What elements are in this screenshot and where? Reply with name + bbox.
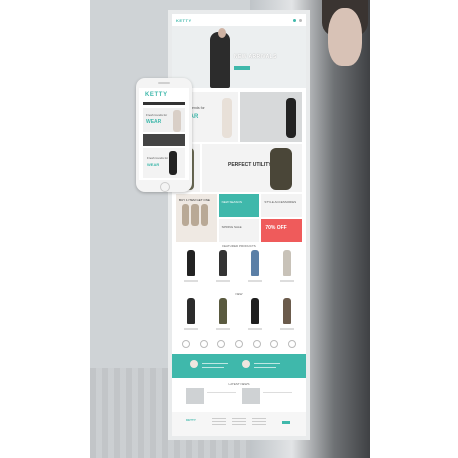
phone-banner-dark[interactable] xyxy=(143,134,185,146)
phone-screen: KETTY Fresh trends for WEAR Fresh trends… xyxy=(139,88,189,180)
phone-hero[interactable]: Fresh trends for WEAR xyxy=(143,108,185,132)
hero-model-head xyxy=(218,28,226,38)
testimonial-text xyxy=(254,363,280,364)
brand-icon[interactable] xyxy=(270,340,279,348)
promo-label: BUY 1 ITEM GET ONE xyxy=(179,198,210,202)
search-icon[interactable] xyxy=(299,18,302,22)
new-products xyxy=(184,298,294,334)
utility-title: PERFECT UTILITY xyxy=(228,162,272,168)
promo-accessories[interactable]: STYLE ACCESSORIES xyxy=(261,194,302,217)
product-card[interactable] xyxy=(280,250,294,286)
footer: KETTY xyxy=(172,412,306,436)
testimonial-text xyxy=(202,367,224,368)
newsletter-button[interactable] xyxy=(282,421,290,424)
promo-spring-sale[interactable]: SPRING SALE xyxy=(218,219,260,242)
product-card[interactable] xyxy=(216,250,230,286)
blog-posts xyxy=(186,388,292,404)
testimonial-text xyxy=(254,367,276,368)
footer-logo[interactable]: KETTY xyxy=(186,418,196,422)
hero-banner[interactable]: NEW ARRIVALS xyxy=(172,26,306,88)
blog-title: LATEST NEWS xyxy=(228,382,250,386)
phone-card-model xyxy=(169,151,177,175)
brand-logos xyxy=(182,340,296,348)
promo-grid: BUY 1 ITEM GET ONE NEW SEASON STYLE ACCE… xyxy=(176,194,302,242)
cart-icon[interactable] xyxy=(293,18,296,22)
home-button-icon[interactable] xyxy=(160,182,170,192)
banner-model xyxy=(222,98,232,138)
brand-icon[interactable] xyxy=(252,340,261,348)
utility-model xyxy=(270,148,292,190)
product-card[interactable] xyxy=(248,250,262,286)
banner-collection[interactable] xyxy=(240,92,302,142)
avatar xyxy=(242,360,250,368)
brand-icon[interactable] xyxy=(287,340,296,348)
promo-label: STYLE ACCESSORIES xyxy=(264,200,297,204)
product-card[interactable] xyxy=(280,298,294,334)
phone-card-title: WEAR xyxy=(147,162,160,167)
background-model-face xyxy=(328,8,362,66)
banner-model xyxy=(286,98,296,138)
header: KETTY xyxy=(172,14,306,26)
promo-sale-badge[interactable]: 70% OFF xyxy=(261,219,302,242)
hero-title: NEW ARRIVALS xyxy=(234,54,277,60)
new-products-title: NEW xyxy=(235,292,243,296)
avatar xyxy=(190,360,198,368)
phone-logo[interactable]: KETTY xyxy=(145,92,168,98)
promo-models xyxy=(182,204,208,226)
sale-percent: 70% OFF xyxy=(265,225,287,231)
product-card[interactable] xyxy=(216,298,230,334)
utility-banner[interactable]: PERFECT UTILITY xyxy=(202,144,302,192)
blog-post[interactable] xyxy=(242,388,292,404)
testimonial-text xyxy=(202,363,228,364)
phone-card-subtitle: Fresh trends for xyxy=(147,156,169,160)
banner-row: Fresh trends for WEAR xyxy=(176,92,302,142)
featured-products xyxy=(184,250,294,286)
phone-preview: KETTY Fresh trends for WEAR Fresh trends… xyxy=(136,78,192,192)
phone-speaker xyxy=(158,82,170,84)
product-card[interactable] xyxy=(248,298,262,334)
hero-shop-button[interactable] xyxy=(234,66,250,70)
footer-column xyxy=(252,418,266,427)
phone-nav-bar[interactable] xyxy=(143,102,185,105)
brand-icon[interactable] xyxy=(217,340,226,348)
featured-title: FEATURED PRODUCTS xyxy=(222,244,256,248)
brand-icon[interactable] xyxy=(182,340,190,348)
phone-hero-title: WEAR xyxy=(146,119,162,125)
brand-icon[interactable] xyxy=(234,340,243,348)
site-logo[interactable]: KETTY xyxy=(176,18,192,23)
phone-card[interactable]: Fresh trends for WEAR xyxy=(143,148,185,178)
utility-row: PERFECT UTILITY xyxy=(176,144,302,192)
desktop-page-preview: KETTY NEW ARRIVALS Fresh trends for WEAR xyxy=(172,14,306,436)
product-card[interactable] xyxy=(184,250,198,286)
phone-hero-model xyxy=(173,110,181,132)
blog-post[interactable] xyxy=(186,388,236,404)
brand-icon[interactable] xyxy=(199,340,208,348)
footer-column xyxy=(212,418,226,427)
promo-buy-one[interactable]: BUY 1 ITEM GET ONE xyxy=(176,194,217,242)
header-icons xyxy=(293,18,302,22)
promo-label: NEW SEASON xyxy=(221,200,242,204)
promo-new-season[interactable]: NEW SEASON xyxy=(218,194,260,217)
testimonials-band xyxy=(172,354,306,378)
product-card[interactable] xyxy=(184,298,198,334)
footer-column xyxy=(232,418,246,427)
phone-hero-subtitle: Fresh trends for xyxy=(146,113,168,117)
promo-label: SPRING SALE xyxy=(221,225,242,229)
hero-model xyxy=(210,32,230,88)
